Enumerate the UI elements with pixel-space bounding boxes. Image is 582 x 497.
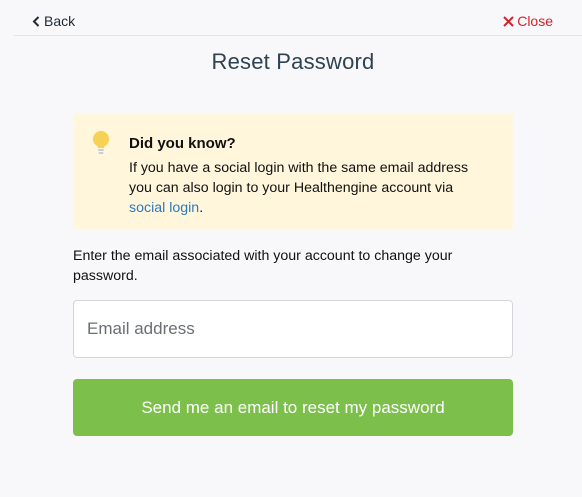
did-you-know-notice: Did you know? If you have a social login… <box>73 113 513 229</box>
back-label: Back <box>44 13 76 29</box>
tip-title: Did you know? <box>129 135 236 152</box>
tip-body: If you have a social login with the same… <box>129 158 489 218</box>
tip-body-end: . <box>199 200 204 216</box>
lightbulb-icon <box>93 131 109 154</box>
back-button[interactable]: Back <box>32 13 75 29</box>
tip-body-text: If you have a social login with the same… <box>129 160 469 196</box>
instructions-text: Enter the email associated with your acc… <box>73 248 453 284</box>
chevron-left-icon <box>32 15 40 27</box>
page-title: Reset Password <box>211 49 375 74</box>
send-reset-email-button[interactable]: Send me an email to reset my password <box>73 379 513 436</box>
close-label: Close <box>517 13 553 29</box>
social-login-link[interactable]: social login <box>129 200 199 216</box>
email-field[interactable] <box>73 300 513 358</box>
top-bar: Back Close <box>14 0 582 36</box>
x-icon <box>503 15 514 27</box>
close-button[interactable]: Close <box>503 13 553 29</box>
